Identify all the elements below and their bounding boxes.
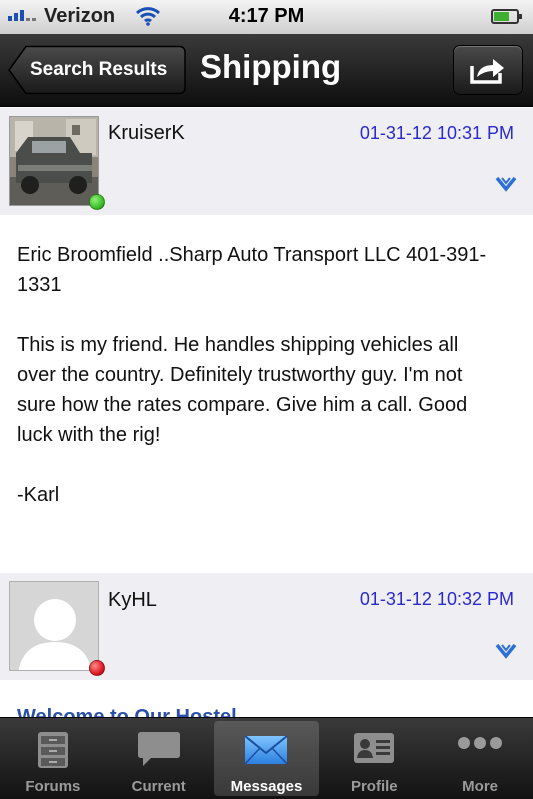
tab-messages[interactable]: Messages [213, 721, 320, 796]
id-card-icon [354, 733, 395, 763]
share-icon [470, 59, 504, 84]
tab-label: Messages [230, 778, 303, 795]
tab-forums[interactable]: Forums [0, 718, 106, 799]
author-name[interactable]: KruiserK [108, 122, 185, 145]
back-button[interactable]: Search Results [8, 45, 186, 95]
ellipsis-icon [458, 737, 503, 749]
avatar[interactable] [9, 116, 99, 206]
status-bar: Verizon 4:17 PM [0, 0, 533, 34]
post-paragraph: This is my friend. He handles shipping v… [17, 334, 468, 446]
online-status-indicator [89, 194, 105, 210]
page-title: Shipping [200, 48, 342, 85]
tab-bar: Forums Current Messages Profile More [0, 717, 533, 799]
tab-current[interactable]: Current [106, 718, 212, 799]
post-paragraph: Eric Broomfield ..Sharp Auto Transport L… [17, 244, 487, 296]
post-paragraph: -Karl [17, 484, 60, 506]
envelope-icon [244, 735, 289, 765]
chevron-down-icon[interactable] [495, 176, 517, 197]
tab-label: More [462, 778, 498, 795]
cabinet-icon [37, 732, 68, 768]
tab-label: Profile [350, 778, 398, 795]
author-name[interactable]: KyHL [108, 589, 157, 612]
offline-status-indicator [89, 660, 105, 676]
post-header[interactable]: KyHL 01-31-12 10:32 PM [0, 573, 533, 680]
truck-photo [10, 117, 98, 205]
navigation-bar: Search Results Shipping [0, 34, 533, 107]
avatar[interactable] [9, 581, 99, 671]
tab-label: Current [131, 778, 186, 795]
default-avatar-icon [10, 582, 98, 670]
post-body: Eric Broomfield ..Sharp Auto Transport L… [17, 240, 517, 540]
battery-icon [491, 9, 522, 24]
share-button[interactable] [453, 45, 523, 95]
tab-more[interactable]: More [427, 718, 533, 799]
post-header[interactable]: KruiserK 01-31-12 10:31 PM [0, 108, 533, 215]
tab-profile[interactable]: Profile [321, 718, 427, 799]
chevron-down-icon[interactable] [495, 643, 517, 664]
back-button-label: Search Results [30, 59, 168, 80]
post-date: 01-31-12 10:32 PM [359, 589, 514, 609]
speech-bubble-icon [137, 732, 180, 766]
post-date: 01-31-12 10:31 PM [359, 123, 514, 143]
tab-label: Forums [25, 778, 81, 795]
clock: 4:17 PM [228, 5, 305, 27]
